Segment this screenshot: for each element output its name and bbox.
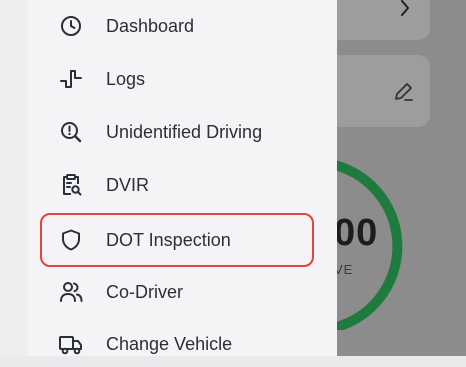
truck-icon — [58, 331, 84, 357]
drawer-edge — [0, 0, 28, 356]
menu-item-logs[interactable]: Logs — [40, 56, 314, 102]
chevron-right-icon — [401, 0, 409, 16]
menu-item-label: Dashboard — [106, 15, 195, 36]
menu-item-change-vehicle[interactable]: Change Vehicle — [40, 321, 314, 367]
users-icon — [58, 279, 84, 305]
menu-item-co-driver[interactable]: Co-Driver — [40, 269, 314, 315]
menu-item-label: Change Vehicle — [106, 333, 233, 354]
counter-value: 00 — [334, 212, 379, 254]
menu-item-unidentified-driving[interactable]: Unidentified Driving — [40, 109, 314, 155]
menu-item-dot-inspection[interactable]: DOT Inspection — [40, 213, 314, 267]
menu-item-label: Unidentified Driving — [106, 121, 263, 142]
clipboard-search-icon — [58, 172, 84, 198]
search-alert-icon — [58, 119, 84, 145]
navigation-drawer: Dashboard Logs Unidentified Driving DVIR… — [0, 0, 337, 356]
menu-item-label: DOT Inspection — [106, 229, 231, 250]
menu-item-dashboard[interactable]: Dashboard — [40, 3, 314, 49]
clock-icon — [58, 13, 84, 39]
edit-icon — [395, 83, 413, 101]
pulse-icon — [58, 66, 84, 92]
menu-item-label: DVIR — [106, 174, 150, 195]
menu-item-label: Co-Driver — [106, 281, 184, 302]
menu-item-dvir[interactable]: DVIR — [40, 162, 314, 208]
menu-item-label: Logs — [106, 68, 146, 89]
shield-icon — [58, 227, 84, 253]
